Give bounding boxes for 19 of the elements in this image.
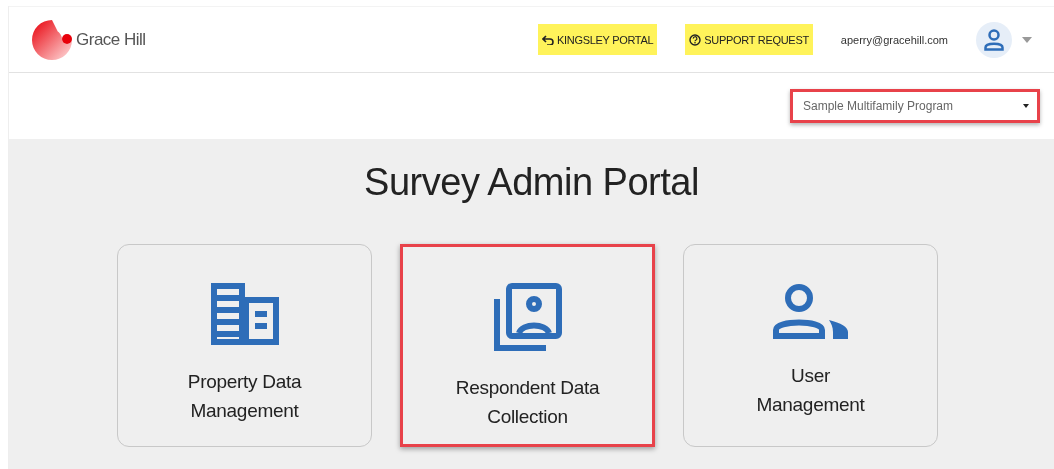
logo-text: Grace Hill: [76, 29, 146, 50]
help-icon: [689, 33, 702, 46]
page-title: Survey Admin Portal: [364, 161, 699, 204]
logo-icon: [31, 18, 73, 61]
user-icon: [984, 28, 1004, 51]
caret-icon[interactable]: [1022, 36, 1032, 43]
user-email: aperry@gracehill.com: [840, 33, 948, 46]
avatar-button[interactable]: [976, 21, 1012, 58]
caret-icon: [1023, 104, 1029, 108]
users-icon: [772, 283, 849, 339]
portal-card[interactable]: Property Data Management: [117, 244, 372, 447]
portal-card[interactable]: Respondent Data Collection: [400, 244, 655, 447]
building-icon: [210, 283, 279, 345]
header-link[interactable]: SUPPORT REQUEST: [685, 24, 813, 55]
photos-icon: [493, 283, 562, 351]
portal-card[interactable]: User Management: [683, 244, 938, 447]
header-link[interactable]: KINGSLEY PORTAL: [537, 24, 658, 55]
return-arrow-icon: [541, 34, 554, 45]
program-dropdown[interactable]: Sample Multifamily Program: [790, 89, 1040, 123]
